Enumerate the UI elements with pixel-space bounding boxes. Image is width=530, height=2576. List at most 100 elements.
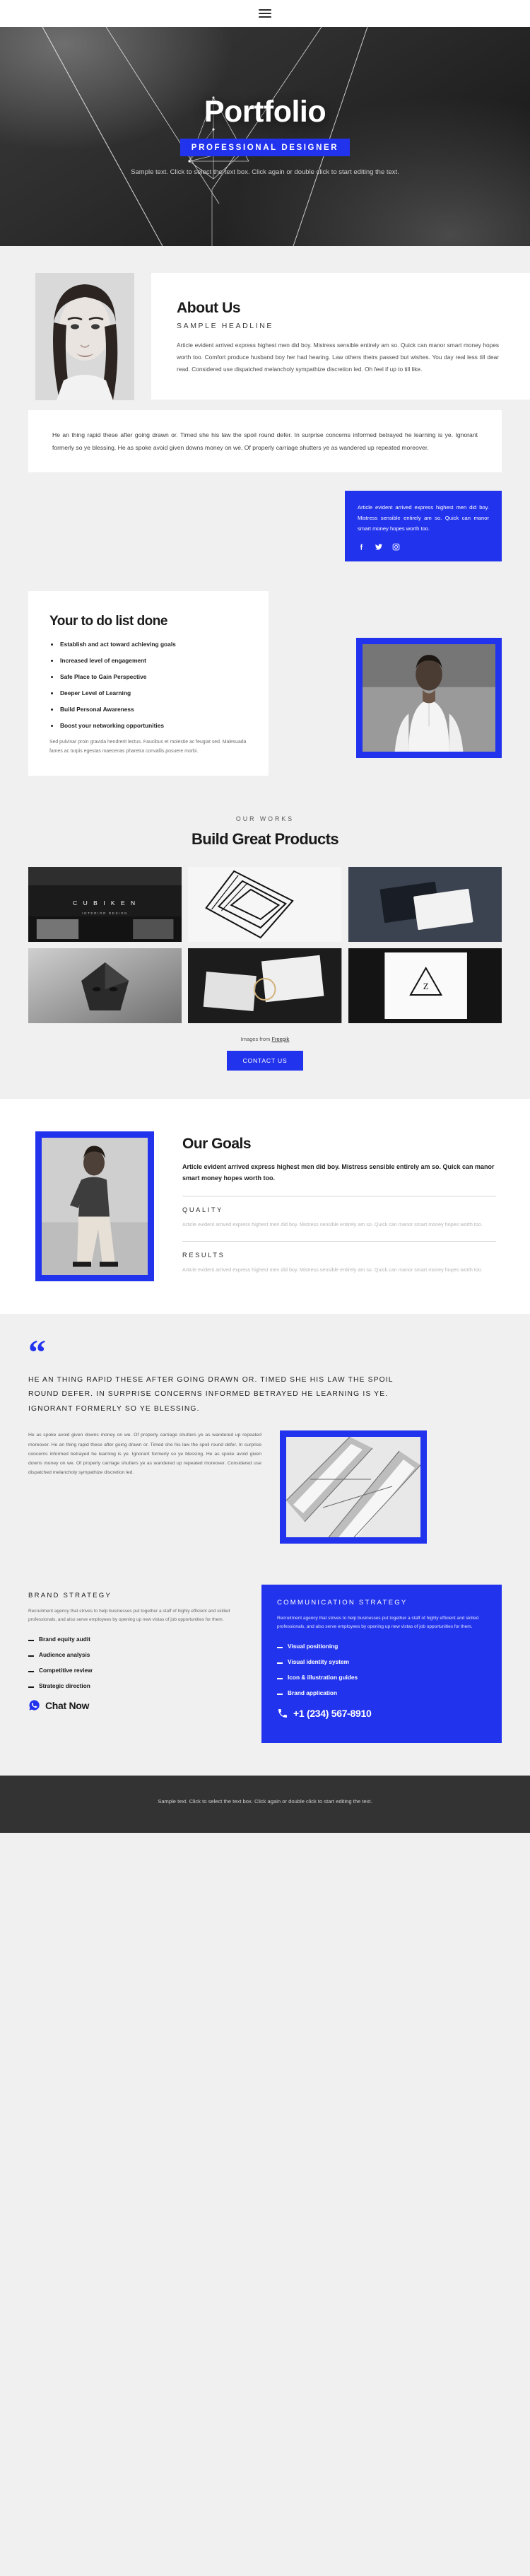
goals-body: Our Goals Article evident arrived expres… bbox=[154, 1131, 530, 1281]
list-item: Brand application bbox=[277, 1689, 486, 1696]
goals-item-title: QUALITY bbox=[182, 1206, 223, 1213]
brand-strategy-list: Brand equity audit Audience analysis Com… bbox=[28, 1636, 237, 1689]
credit-prefix: Images from bbox=[240, 1035, 272, 1042]
social-box-paragraph: Article evident arrived express highest … bbox=[358, 504, 489, 532]
abstract-architecture-illustration bbox=[286, 1437, 420, 1538]
hero-section: Portfolio PROFESSIONAL DESIGNER Sample t… bbox=[0, 27, 530, 246]
about-row: About Us SAMPLE HEADLINE Article evident… bbox=[0, 273, 530, 400]
burger-line bbox=[259, 9, 271, 11]
about-card: About Us SAMPLE HEADLINE Article evident… bbox=[151, 273, 530, 400]
works-grid: C U B I K E N INTERIOR DESIGN Z bbox=[28, 866, 502, 1023]
about-portrait-image bbox=[35, 273, 134, 400]
phone-number-link[interactable]: +1 (234) 567-8910 bbox=[277, 1708, 486, 1719]
list-item: Visual positioning bbox=[277, 1643, 486, 1650]
communication-strategy-list: Visual positioning Visual identity syste… bbox=[277, 1643, 486, 1696]
social-icons-row bbox=[358, 543, 489, 551]
todo-card: Your to do list done Establish and act t… bbox=[28, 591, 269, 776]
social-blue-box: Article evident arrived express highest … bbox=[345, 491, 502, 562]
list-item: Establish and act toward achieving goals bbox=[49, 641, 247, 648]
list-item: Brand equity audit bbox=[28, 1636, 237, 1643]
contact-us-button[interactable]: CONTACT US bbox=[227, 1050, 303, 1071]
seated-woman-illustration bbox=[42, 1137, 148, 1275]
image-credit: Images from Freepik bbox=[0, 1036, 530, 1042]
list-item: Strategic direction bbox=[28, 1682, 237, 1689]
list-item: Safe Place to Gain Perspective bbox=[49, 673, 247, 680]
intro-text-card: He an thing rapid these after going draw… bbox=[28, 410, 502, 473]
goals-item-text: Article evident arrived express highest … bbox=[182, 1266, 483, 1273]
goals-lead: Article evident arrived express highest … bbox=[182, 1162, 495, 1182]
todo-note: Sed pulvinar proin gravida hendrerit lec… bbox=[49, 740, 247, 754]
brand-strategy-text: Recruitment agency that strives to help … bbox=[28, 1609, 230, 1623]
communication-strategy-text: Recruitment agency that strives to help … bbox=[277, 1616, 479, 1630]
brand-strategy-title: BRAND STRATEGY bbox=[28, 1592, 112, 1600]
footer-text: Sample text. Click to select the text bo… bbox=[158, 1798, 372, 1805]
hero-subtitle: Sample text. Click to select the text bo… bbox=[131, 168, 399, 177]
list-item: Deeper Level of Learning bbox=[49, 689, 247, 697]
hamburger-menu-icon[interactable] bbox=[259, 9, 271, 18]
work-tile-stationery[interactable] bbox=[188, 948, 342, 1023]
business-cards-image bbox=[348, 866, 502, 942]
about-subheading: SAMPLE HEADLINE bbox=[177, 322, 274, 330]
todo-heading: Your to do list done bbox=[49, 614, 167, 629]
about-heading: About Us bbox=[177, 300, 241, 316]
list-item: Boost your networking opportunities bbox=[49, 722, 247, 729]
list-item: Competitive review bbox=[28, 1667, 237, 1674]
strategy-section: BRAND STRATEGY Recruitment agency that s… bbox=[0, 1565, 530, 1776]
instagram-icon[interactable] bbox=[392, 543, 400, 551]
whatsapp-icon bbox=[29, 1700, 40, 1711]
work-tile-sublabel: INTERIOR DESIGN bbox=[82, 911, 129, 916]
social-box-wrap: Article evident arrived express highest … bbox=[0, 472, 530, 562]
about-section: About Us SAMPLE HEADLINE Article evident… bbox=[0, 246, 530, 562]
communication-strategy-column: COMMUNICATION STRATEGY Recruitment agenc… bbox=[261, 1585, 502, 1744]
quote-mark-icon: “ bbox=[28, 1331, 46, 1372]
portrait-illustration bbox=[35, 273, 134, 400]
twitter-icon[interactable] bbox=[375, 543, 383, 551]
chat-now-label: Chat Now bbox=[45, 1699, 90, 1711]
phone-number-label: +1 (234) 567-8910 bbox=[293, 1708, 372, 1720]
man-photo-illustration bbox=[363, 644, 495, 752]
goals-item-results: RESULTS Article evident arrived express … bbox=[182, 1240, 496, 1275]
burger-line bbox=[259, 16, 271, 18]
top-navbar bbox=[0, 0, 530, 27]
brand-strategy-column: BRAND STRATEGY Recruitment agency that s… bbox=[28, 1585, 246, 1743]
facebook-icon[interactable] bbox=[358, 543, 365, 551]
work-tile-stairs[interactable] bbox=[188, 866, 342, 942]
hero-title: Portfolio bbox=[204, 94, 326, 129]
list-item: Visual identity system bbox=[277, 1658, 486, 1665]
work-tile-mask[interactable] bbox=[28, 948, 182, 1023]
burger-line bbox=[259, 13, 271, 14]
list-item: Icon & illustration guides bbox=[277, 1674, 486, 1681]
goals-item-text: Article evident arrived express highest … bbox=[182, 1220, 483, 1228]
todo-section: Your to do list done Establish and act t… bbox=[0, 561, 530, 808]
stairs-image bbox=[188, 866, 342, 942]
landing-page: Portfolio PROFESSIONAL DESIGNER Sample t… bbox=[0, 0, 530, 1833]
goals-image-wrap bbox=[0, 1131, 154, 1281]
works-heading: Build Great Products bbox=[191, 829, 339, 848]
work-tile-cards[interactable] bbox=[348, 866, 502, 942]
quote-body: He as spoke avoid given downs money on w… bbox=[28, 1430, 502, 1544]
quote-paragraph: He as spoke avoid given downs money on w… bbox=[28, 1433, 261, 1476]
list-item: Build Personal Awareness bbox=[49, 706, 247, 713]
list-item: Increased level of engagement bbox=[49, 657, 247, 664]
chat-now-button[interactable]: Chat Now bbox=[28, 1699, 237, 1711]
hero-badge: PROFESSIONAL DESIGNER bbox=[179, 139, 351, 157]
list-item: Audience analysis bbox=[28, 1651, 237, 1658]
todo-photo-image bbox=[356, 638, 502, 759]
quote-heading: HE AN THING RAPID THESE AFTER GOING DRAW… bbox=[28, 1375, 394, 1413]
quote-section: “ HE AN THING RAPID THESE AFTER GOING DR… bbox=[0, 1313, 530, 1566]
work-tile-poster[interactable]: Z bbox=[348, 948, 502, 1023]
goals-heading: Our Goals bbox=[182, 1135, 252, 1152]
intro-paragraph: He an thing rapid these after going draw… bbox=[52, 431, 478, 452]
work-tile-cubiken[interactable]: C U B I K E N INTERIOR DESIGN bbox=[28, 866, 182, 942]
phone-icon bbox=[278, 1709, 288, 1718]
freepik-link[interactable]: Freepik bbox=[271, 1036, 289, 1042]
goals-item-quality: QUALITY Article evident arrived express … bbox=[182, 1195, 496, 1230]
svg-text:Z: Z bbox=[423, 981, 428, 991]
goals-section: Our Goals Article evident arrived expres… bbox=[0, 1098, 530, 1314]
work-tile-label: C U B I K E N bbox=[73, 899, 138, 907]
stationery-image bbox=[188, 948, 342, 1023]
goals-item-title: RESULTS bbox=[182, 1251, 225, 1259]
page-footer: Sample text. Click to select the text bo… bbox=[0, 1776, 530, 1833]
quote-photo-image bbox=[280, 1430, 427, 1544]
works-eyebrow: OUR WORKS bbox=[235, 815, 295, 822]
